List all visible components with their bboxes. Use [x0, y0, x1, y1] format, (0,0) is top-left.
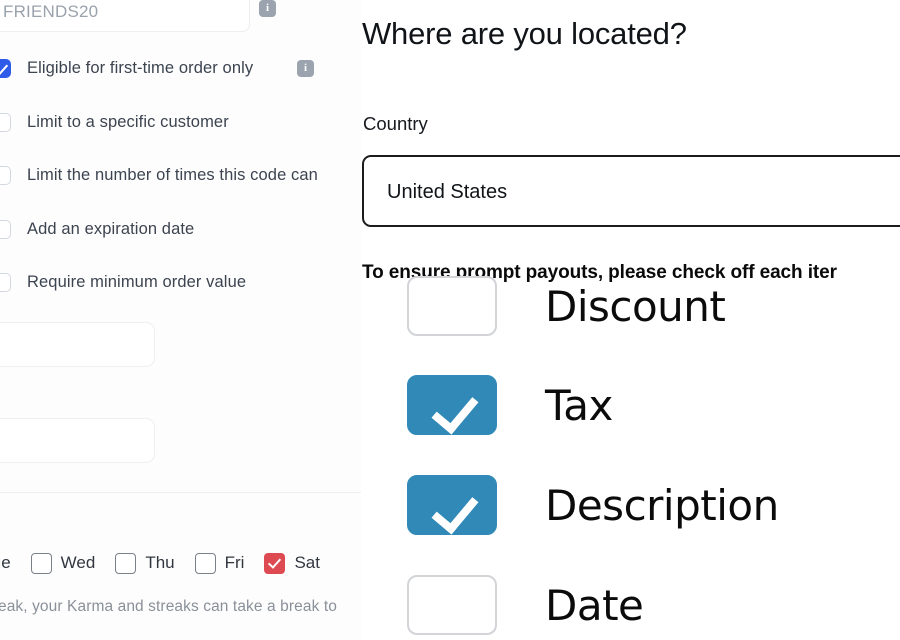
page-title: Where are you located? [362, 16, 687, 51]
country-field-label: Country [363, 113, 428, 134]
option-row-limit-customer[interactable]: Limit to a specific customer [0, 110, 229, 134]
promo-code-placeholder: FRIENDS20 [3, 2, 99, 21]
checkbox-discount[interactable] [407, 276, 497, 336]
promo-settings-panel: FRIENDS20 i Eligible for first-time orde… [0, 0, 361, 640]
weekday-checkbox-thu[interactable] [115, 552, 137, 574]
promo-code-input[interactable]: FRIENDS20 [0, 0, 250, 32]
checklist-row-discount[interactable]: Discount [407, 276, 726, 336]
option-row-expiration-date[interactable]: Add an expiration date [0, 217, 194, 241]
option-label: Eligible for first-time order only [27, 58, 254, 77]
blank-input-lower[interactable] [0, 418, 155, 463]
option-row-eligible-first-time[interactable]: Eligible for first-time order only [0, 56, 253, 80]
checkbox-expiration-date[interactable] [0, 219, 11, 239]
option-label: Require minimum order value [27, 272, 247, 291]
weekday-label: Fri [224, 553, 245, 572]
option-label: Limit the number of times this code can [27, 165, 318, 184]
checklist-label: Date [545, 580, 644, 630]
info-icon[interactable]: i [297, 60, 314, 77]
checkbox-tax[interactable] [407, 375, 497, 435]
country-select[interactable]: United States [362, 155, 900, 227]
checkbox-limit-uses[interactable] [0, 165, 11, 185]
option-row-minimum-order[interactable]: Require minimum order value [0, 270, 246, 294]
weekday-selector: Tue Wed Thu Fri Sat [0, 548, 340, 578]
weekday-label: Wed [60, 553, 96, 572]
screenshot-root: FRIENDS20 i Eligible for first-time orde… [0, 0, 900, 640]
checkbox-description[interactable] [407, 475, 497, 535]
location-panel: Where are you located? Country United St… [361, 0, 900, 640]
weekday-item-sat[interactable]: Sat [264, 552, 320, 574]
weekday-item-thu[interactable]: Thu [115, 552, 175, 574]
checklist-label: Discount [545, 281, 726, 331]
option-label: Limit to a specific customer [27, 112, 229, 131]
info-icon[interactable]: i [259, 0, 276, 17]
weekday-item-wed[interactable]: Wed [30, 552, 96, 574]
checkbox-minimum-order[interactable] [0, 272, 11, 292]
weekday-label: Tue [0, 553, 11, 572]
weekday-checkbox-sat[interactable] [264, 552, 286, 574]
weekday-checkbox-wed[interactable] [30, 552, 52, 574]
checklist-label: Description [545, 480, 779, 530]
checklist-row-description[interactable]: Description [407, 475, 779, 535]
checkbox-limit-customer[interactable] [0, 112, 11, 132]
weekday-item-fri[interactable]: Fri [194, 552, 245, 574]
weekday-label: Thu [145, 553, 175, 572]
country-selected-value: United States [387, 181, 508, 203]
weekday-label: Sat [294, 553, 320, 572]
checkbox-date[interactable] [407, 575, 497, 635]
karma-streak-note: break, your Karma and streaks can take a… [0, 598, 337, 615]
checklist-row-tax[interactable]: Tax [407, 375, 613, 435]
checklist-label: Tax [545, 380, 613, 430]
blank-input-upper[interactable] [0, 322, 155, 367]
weekday-item-tue[interactable]: Tue [0, 553, 11, 573]
checkbox-eligible-first-time[interactable] [0, 58, 11, 78]
option-row-limit-uses[interactable]: Limit the number of times this code can [0, 163, 318, 187]
checklist-row-date[interactable]: Date [407, 575, 644, 635]
weekday-checkbox-fri[interactable] [194, 552, 216, 574]
divider [0, 492, 361, 493]
option-label: Add an expiration date [27, 219, 195, 238]
